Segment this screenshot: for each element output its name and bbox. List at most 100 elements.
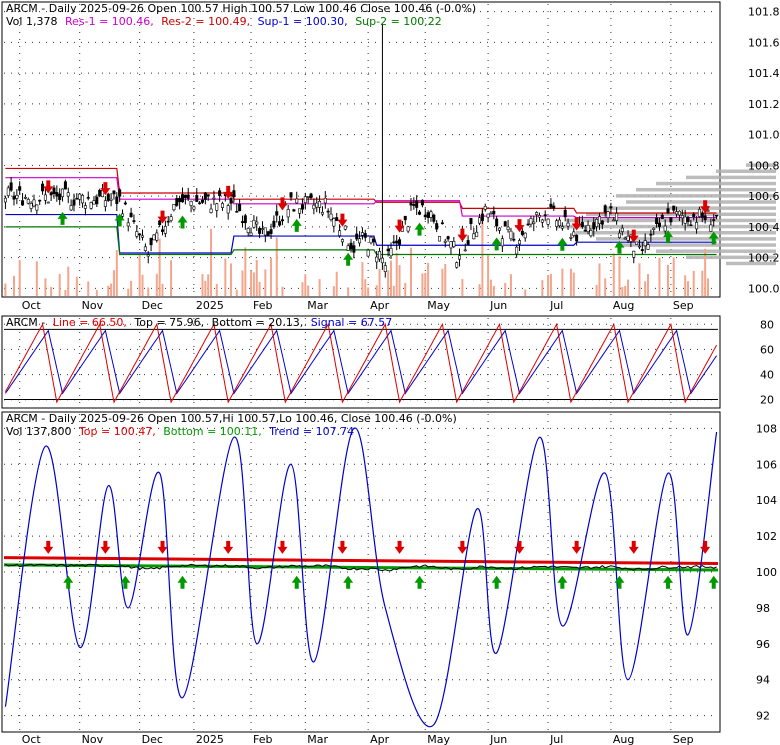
candle-body xyxy=(178,198,182,203)
candle-body xyxy=(189,201,193,206)
volume-bar xyxy=(707,278,710,296)
volume-bar xyxy=(215,283,218,296)
candle-body xyxy=(597,216,601,224)
candle-body xyxy=(6,187,10,196)
candle-body xyxy=(329,213,333,221)
trend-y-tick: 102 xyxy=(756,530,777,543)
volume-bar xyxy=(612,253,615,296)
price-x-tick: Mar xyxy=(307,299,328,312)
volume-bar xyxy=(389,260,392,296)
candle-body xyxy=(363,233,367,238)
price-x-tick: Dec xyxy=(142,299,163,312)
volume-profile xyxy=(556,163,776,266)
candle-body xyxy=(358,238,362,244)
candle-body xyxy=(623,237,627,240)
candle-body xyxy=(403,215,407,221)
candle-body xyxy=(552,205,556,209)
osc-y-tick: 40 xyxy=(760,369,774,382)
candle-body xyxy=(537,215,541,218)
candle-body xyxy=(535,212,539,215)
candle-body xyxy=(689,224,693,227)
candle-body xyxy=(195,195,199,202)
volume-bar xyxy=(492,285,495,296)
volume-bar xyxy=(398,265,401,296)
volume-bar xyxy=(541,280,544,296)
price-y-tick: 100.8 xyxy=(748,159,780,172)
volume-bar xyxy=(461,279,464,296)
candle-body xyxy=(58,193,62,200)
candle-body xyxy=(135,231,139,237)
candle-body xyxy=(443,240,447,243)
candle-body xyxy=(637,245,641,248)
candle-body xyxy=(518,240,522,245)
volume-bar xyxy=(4,283,7,296)
candle-body xyxy=(258,227,262,234)
candle-body xyxy=(446,236,450,240)
trend-y-tick: 98 xyxy=(756,602,770,615)
candle-body xyxy=(260,228,264,230)
sell-arrow xyxy=(457,228,468,242)
oscillator-title: ARCM - Line = 66.50, Top = 75.96, Bottom… xyxy=(6,316,392,329)
candle-body xyxy=(666,208,670,214)
candle-body xyxy=(643,240,647,247)
candle-body xyxy=(426,212,430,218)
volume-bar xyxy=(684,275,687,296)
trend-legend-volume: Vol 137,800 xyxy=(6,425,71,438)
candle-body xyxy=(646,244,650,250)
candle-body xyxy=(55,192,59,197)
candle-body xyxy=(595,219,599,227)
trend-buy-arrow xyxy=(63,575,74,589)
trend-title: ARCM - Daily 2025-09-26 Open 100.57,Hi 1… xyxy=(6,412,457,425)
candle-body xyxy=(455,262,459,268)
price-y-tick: 100.0 xyxy=(748,282,780,295)
trend-legend-bottom: Bottom = 100.11, xyxy=(163,425,262,438)
candle-body xyxy=(292,209,296,212)
candle-body xyxy=(617,232,621,238)
volume-bar xyxy=(230,263,233,296)
candle-body xyxy=(592,222,596,230)
candle-body xyxy=(95,196,99,205)
osc-y-tick: 80 xyxy=(760,318,774,331)
volume-profile-bar xyxy=(596,237,776,241)
volume-bar xyxy=(250,270,253,296)
candle-body xyxy=(209,208,213,214)
candle-body xyxy=(206,194,210,197)
candle-body xyxy=(583,229,587,232)
trend-y-tick: 104 xyxy=(756,494,777,507)
candle-body xyxy=(32,199,36,207)
volume-bar xyxy=(549,273,552,296)
candle-body xyxy=(372,239,376,243)
candle-body xyxy=(563,209,567,218)
candle-body xyxy=(492,210,496,215)
volume-bar xyxy=(627,279,630,296)
candle-body xyxy=(703,215,707,221)
candle-body xyxy=(252,219,256,228)
volume-bar xyxy=(264,269,267,296)
candle-body xyxy=(106,193,110,201)
candle-body xyxy=(272,220,276,228)
volume-bar xyxy=(621,286,624,296)
volume-bar xyxy=(170,260,173,296)
candle-body xyxy=(121,213,125,217)
trend-x-tick: Feb xyxy=(253,733,272,745)
volume-bar xyxy=(301,282,304,296)
candle-body xyxy=(72,199,76,206)
volume-bar xyxy=(569,268,572,296)
price-y-tick: 101.6 xyxy=(748,36,780,49)
price-y-axis: 101.8 101.6 101.4 101.2 101.0 100.8 100.6 100.4… xyxy=(748,6,780,296)
candle-body xyxy=(500,238,504,247)
candle-body xyxy=(589,230,593,237)
volume-bar xyxy=(18,260,21,296)
candle-body xyxy=(635,241,639,245)
volume-bar xyxy=(307,285,310,296)
trend-y-tick: 94 xyxy=(756,674,770,687)
volume-bar xyxy=(364,279,367,296)
sell-arrow xyxy=(337,213,348,227)
candle-body xyxy=(449,241,453,249)
candle-body xyxy=(123,202,127,205)
price-legend: Vol 1,378 Res-1 = 100.46, Res-2 = 100.49… xyxy=(6,15,442,28)
trend-buy-arrow xyxy=(663,575,674,589)
candle-body xyxy=(212,197,216,200)
volume-profile-bar xyxy=(576,230,776,235)
candle-body xyxy=(557,219,561,226)
